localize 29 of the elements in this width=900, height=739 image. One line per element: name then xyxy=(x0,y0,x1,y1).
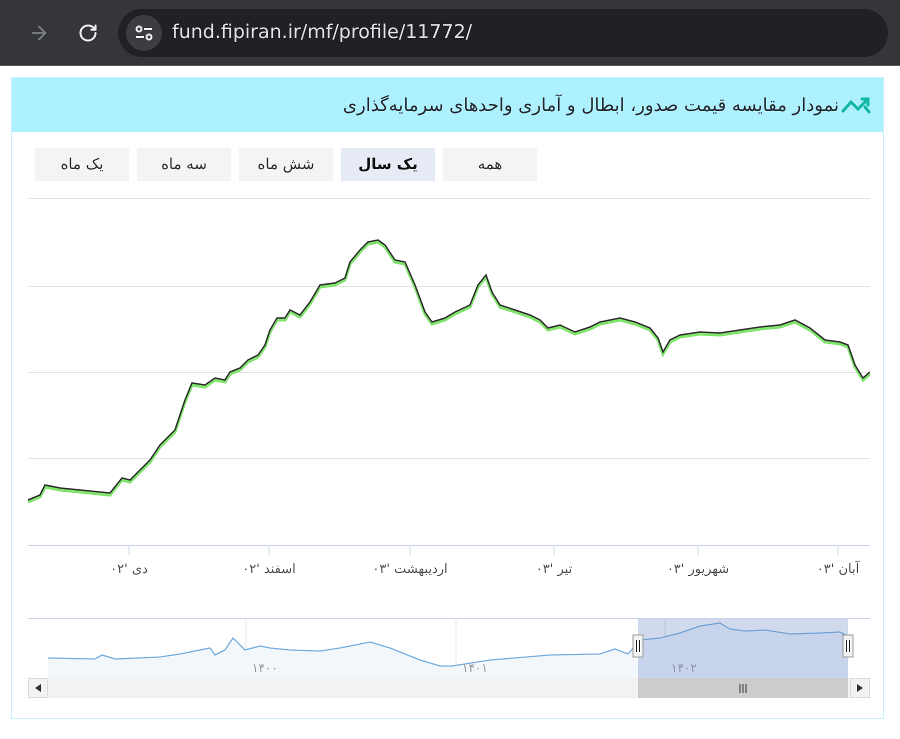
navigator-label: ۱۴۰۲ xyxy=(671,661,697,675)
scroll-right-button[interactable] xyxy=(850,678,870,698)
navigator-handle[interactable] xyxy=(842,634,854,658)
site-settings-icon xyxy=(135,24,153,40)
axis-label: اردیبهشت '۰۳ xyxy=(372,562,448,577)
range-tab[interactable]: همه xyxy=(443,148,537,181)
address-bar[interactable]: fund.fipiran.ir/mf/profile/11772/ xyxy=(118,8,888,56)
grip-icon xyxy=(739,684,747,692)
scrollbar-thumb[interactable] xyxy=(638,678,848,698)
axis-label: آبان '۰۳ xyxy=(816,562,860,577)
site-info-button[interactable] xyxy=(126,14,162,50)
axis-label: اسفند '۰۲ xyxy=(242,562,296,577)
panel-title: نمودار مقایسه قیمت صدور، ابطال و آماری واحدهای سرمایه‌گذاری xyxy=(342,93,839,118)
range-tab[interactable]: شش ماه xyxy=(239,148,333,181)
range-tab[interactable]: سه ماه xyxy=(137,148,231,181)
left-triangle-icon xyxy=(35,684,41,692)
reload-icon[interactable] xyxy=(78,22,98,42)
axis-label: دی '۰۲ xyxy=(110,562,148,577)
scroll-left-button[interactable] xyxy=(28,678,48,698)
range-tab[interactable]: یک سال xyxy=(341,148,435,181)
navigator-handle[interactable] xyxy=(632,634,644,658)
url-text: fund.fipiran.ir/mf/profile/11772/ xyxy=(172,20,472,46)
axis-label: تیر '۰۳ xyxy=(536,562,572,577)
trend-icon xyxy=(841,95,871,115)
navigator-label: ۱۴۰۱ xyxy=(462,661,488,675)
right-triangle-icon xyxy=(857,684,863,692)
navigator-label: ۱۴۰۰ xyxy=(252,661,278,675)
range-tab[interactable]: یک ماه xyxy=(35,148,129,181)
axis-label: شهریور '۰۳ xyxy=(666,562,730,577)
